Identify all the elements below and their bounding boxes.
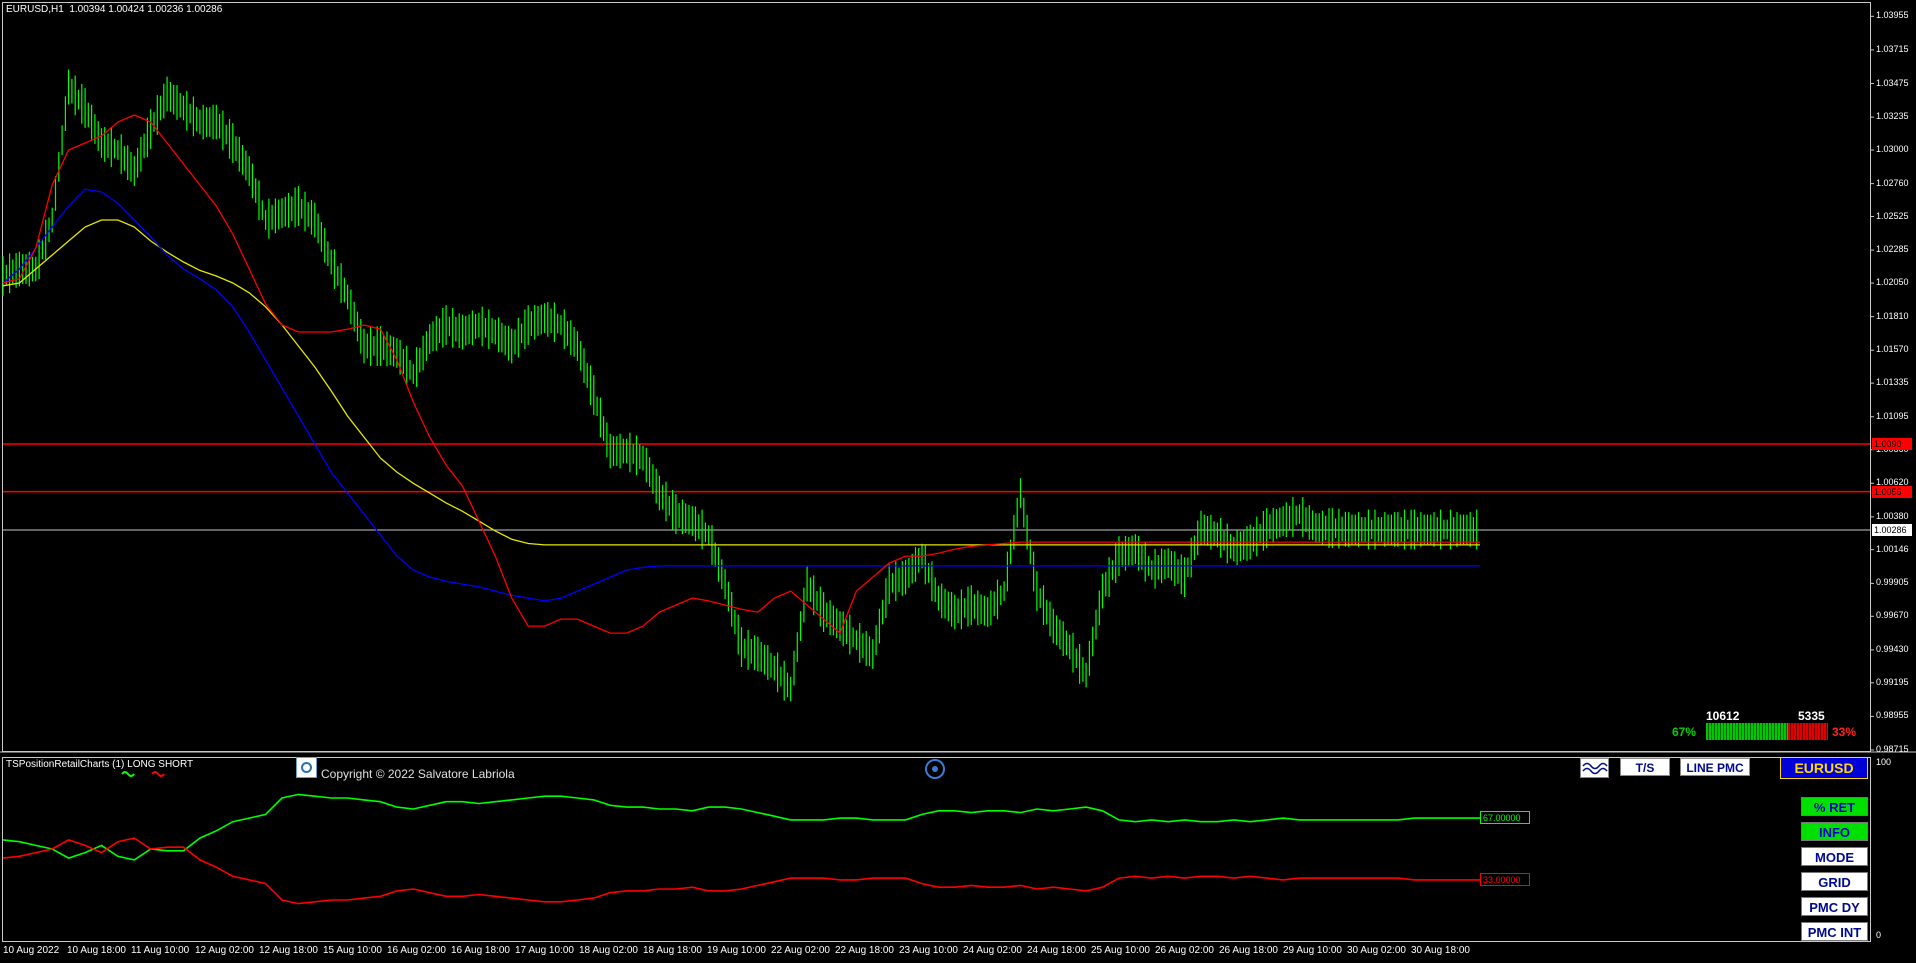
side-button-mode[interactable]: MODE — [1801, 847, 1868, 866]
long-percent: 67% — [1672, 725, 1697, 739]
long-bar-fill — [1706, 723, 1788, 740]
long-legend-swatch — [121, 771, 135, 777]
legend-swatches — [121, 771, 165, 777]
ts-button[interactable]: T/S — [1620, 758, 1670, 776]
y-tick-label: 1.02050 — [1876, 277, 1909, 288]
price-chart[interactable] — [0, 0, 1916, 963]
long-percent-line — [2, 793, 1480, 861]
x-tick-label: 18 Aug 18:00 — [643, 945, 702, 956]
x-tick-label: 22 Aug 18:00 — [835, 945, 894, 956]
short-count: 5335 — [1798, 709, 1825, 723]
side-button-ret[interactable]: % RET — [1801, 797, 1868, 816]
y-tick-label: 1.01570 — [1876, 344, 1909, 355]
y-tick-label: 1.03000 — [1876, 144, 1909, 155]
target-icon[interactable] — [925, 759, 945, 779]
y-tick-label: 1.03235 — [1876, 111, 1909, 122]
indicator-scale-bottom: 0 — [1876, 930, 1882, 940]
symbol-button[interactable]: EURUSD — [1780, 757, 1868, 779]
ma-fast-line — [2, 114, 1480, 635]
y-tick-label: 1.00146 — [1876, 543, 1909, 554]
symbol-header: EURUSD,H1 1.00394 1.00424 1.00236 1.0028… — [6, 4, 223, 15]
y-tick-label: 1.02285 — [1876, 244, 1909, 255]
y-tick-label: 0.99670 — [1876, 610, 1909, 621]
x-tick-label: 19 Aug 10:00 — [707, 945, 766, 956]
last-price-box: 1.00286 — [1872, 524, 1912, 537]
short-percent-line — [2, 837, 1480, 905]
y-tick-label: 0.99430 — [1876, 643, 1909, 654]
x-tick-label: 26 Aug 02:00 — [1155, 945, 1214, 956]
short-percent: 33% — [1832, 725, 1857, 739]
ma-slow-line — [2, 219, 1480, 546]
x-tick-label: 23 Aug 10:00 — [899, 945, 958, 956]
side-button-pmc-dy[interactable]: PMC DY — [1801, 897, 1868, 916]
wave-icon — [1582, 762, 1608, 775]
x-tick-label: 26 Aug 18:00 — [1219, 945, 1278, 956]
ma-mid-line — [2, 188, 1480, 602]
x-tick-label: 12 Aug 18:00 — [259, 945, 318, 956]
level-price-box: 1.0056 — [1872, 485, 1912, 498]
long-value-box: 67.00000 — [1480, 811, 1530, 824]
y-tick-label: 1.03955 — [1876, 10, 1909, 21]
y-tick-label: 1.03475 — [1876, 77, 1909, 88]
short-value-box: 33.00000 — [1480, 873, 1530, 886]
y-tick-label: 0.98955 — [1876, 710, 1909, 721]
x-tick-label: 24 Aug 18:00 — [1027, 945, 1086, 956]
x-tick-label: 29 Aug 10:00 — [1283, 945, 1342, 956]
level-price-box: 1.0090 — [1872, 438, 1912, 451]
short-legend-swatch — [151, 771, 165, 777]
y-tick-label: 1.00380 — [1876, 510, 1909, 521]
side-button-grid[interactable]: GRID — [1801, 872, 1868, 891]
x-tick-label: 30 Aug 02:00 — [1347, 945, 1406, 956]
y-tick-label: 0.98715 — [1876, 744, 1909, 754]
logo-icon — [296, 757, 317, 778]
x-tick-label: 25 Aug 10:00 — [1091, 945, 1150, 956]
y-tick-label: 1.01095 — [1876, 410, 1909, 421]
y-tick-label: 1.02760 — [1876, 177, 1909, 188]
wave-button[interactable] — [1580, 758, 1609, 778]
x-tick-label: 16 Aug 18:00 — [451, 945, 510, 956]
x-tick-label: 17 Aug 10:00 — [515, 945, 574, 956]
x-tick-label: 24 Aug 02:00 — [963, 945, 1022, 956]
x-tick-label: 16 Aug 02:00 — [387, 945, 446, 956]
y-tick-label: 1.01335 — [1876, 377, 1909, 388]
x-tick-label: 15 Aug 10:00 — [323, 945, 382, 956]
copyright-text: Copyright © 2022 Salvatore Labriola — [321, 767, 515, 781]
y-tick-label: 1.03715 — [1876, 43, 1909, 54]
y-tick-label: 1.01810 — [1876, 310, 1909, 321]
x-tick-label: 18 Aug 02:00 — [579, 945, 638, 956]
y-tick-label: 1.02525 — [1876, 210, 1909, 221]
y-tick-label: 0.99195 — [1876, 676, 1909, 687]
indicator-scale-top: 100 — [1876, 757, 1892, 767]
x-tick-label: 10 Aug 18:00 — [67, 945, 126, 956]
x-tick-label: 30 Aug 18:00 — [1411, 945, 1470, 956]
x-tick-label: 22 Aug 02:00 — [771, 945, 830, 956]
side-button-info[interactable]: INFO — [1801, 822, 1868, 841]
long-short-bar — [1706, 723, 1828, 740]
side-button-pmc-int[interactable]: PMC INT — [1801, 922, 1868, 941]
y-tick-label: 0.99905 — [1876, 577, 1909, 588]
x-tick-label: 10 Aug 2022 — [3, 945, 60, 956]
line-pmc-button[interactable]: LINE PMC — [1680, 758, 1750, 776]
short-bar-fill — [1787, 723, 1828, 740]
x-tick-label: 12 Aug 02:00 — [195, 945, 254, 956]
long-count: 10612 — [1706, 709, 1740, 723]
x-tick-label: 11 Aug 10:00 — [131, 945, 190, 956]
